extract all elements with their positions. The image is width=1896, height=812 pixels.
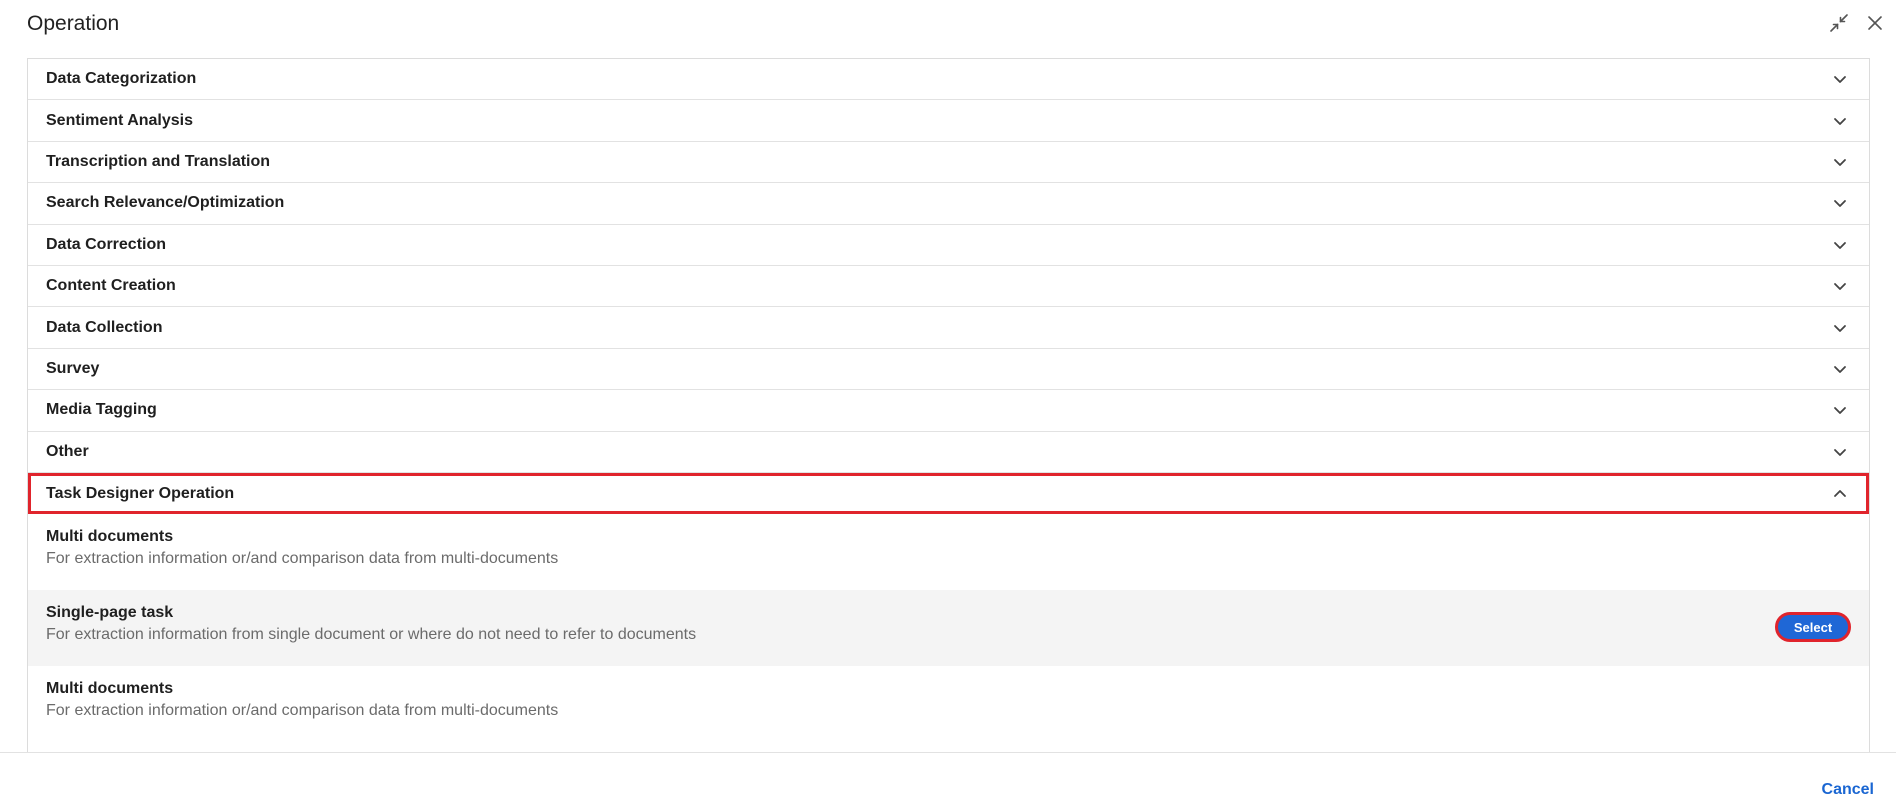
category-other[interactable]: Other <box>28 432 1869 473</box>
chevron-down-icon <box>1834 448 1846 456</box>
task-title: Single-page task <box>46 604 174 622</box>
category-label: Data Categorization <box>46 70 197 88</box>
select-button[interactable]: Select <box>1775 612 1851 643</box>
chevron-down-icon <box>1834 76 1846 84</box>
category-sentiment-analysis[interactable]: Sentiment Analysis <box>28 100 1869 142</box>
dialog-title: Operation <box>27 12 120 35</box>
chevron-down-icon <box>1834 366 1846 373</box>
cancel-button[interactable]: Cancel <box>1822 781 1874 799</box>
chevron-down-icon <box>1834 200 1846 208</box>
category-label: Data Collection <box>46 318 163 336</box>
category-media-tagging[interactable]: Media Tagging <box>28 390 1869 432</box>
category-data-collection[interactable]: Data Collection <box>28 307 1869 349</box>
category-content-creation[interactable]: Content Creation <box>28 266 1869 308</box>
category-label: Transcription and Translation <box>46 152 271 170</box>
task-description: For extraction information from single d… <box>46 626 697 644</box>
chevron-down-icon <box>1834 283 1846 291</box>
category-transcription-translation[interactable]: Transcription and Translation <box>28 142 1869 184</box>
category-search-relevance[interactable]: Search Relevance/Optimization <box>28 183 1869 225</box>
task-option-single-page[interactable]: Single-page task For extraction informat… <box>28 590 1869 667</box>
category-task-designer-operation[interactable]: Task Designer Operation <box>28 472 1869 515</box>
close-icon[interactable] <box>1862 10 1888 36</box>
category-survey[interactable]: Survey <box>28 349 1869 391</box>
category-data-correction[interactable]: Data Correction <box>28 225 1869 266</box>
task-description: For extraction information or/and compar… <box>46 550 559 568</box>
category-label: Other <box>46 442 89 460</box>
chevron-down-icon <box>1834 117 1846 125</box>
category-label: Search Relevance/Optimization <box>46 194 285 212</box>
category-label: Data Correction <box>46 235 167 253</box>
collapse-arrows-icon[interactable] <box>1826 10 1852 36</box>
category-label: Survey <box>46 359 100 377</box>
chevron-down-icon <box>1834 241 1846 249</box>
task-option-multi-documents[interactable]: Multi documents For extraction informati… <box>28 666 1869 742</box>
operation-dialog: Operation Data Categorization Sentiment … <box>0 0 1896 812</box>
category-label: Media Tagging <box>46 401 157 419</box>
dialog-footer: Cancel <box>0 752 1896 812</box>
category-data-categorization[interactable]: Data Categorization <box>28 59 1869 101</box>
task-title: Multi documents <box>46 528 174 546</box>
dialog-header: Operation <box>0 0 1896 48</box>
task-description: For extraction information or/and compar… <box>46 702 559 720</box>
task-title: Multi documents <box>46 680 174 698</box>
category-label: Task Designer Operation <box>46 484 235 502</box>
chevron-up-icon <box>1834 489 1846 497</box>
category-label: Content Creation <box>46 277 176 295</box>
operation-category-list: Data Categorization Sentiment Analysis T… <box>27 58 1870 752</box>
category-label: Sentiment Analysis <box>46 111 194 129</box>
task-option-multi-documents[interactable]: Multi documents For extraction informati… <box>28 514 1869 590</box>
chevron-down-icon <box>1834 407 1846 415</box>
chevron-down-icon <box>1834 159 1846 166</box>
chevron-down-icon <box>1834 324 1846 332</box>
